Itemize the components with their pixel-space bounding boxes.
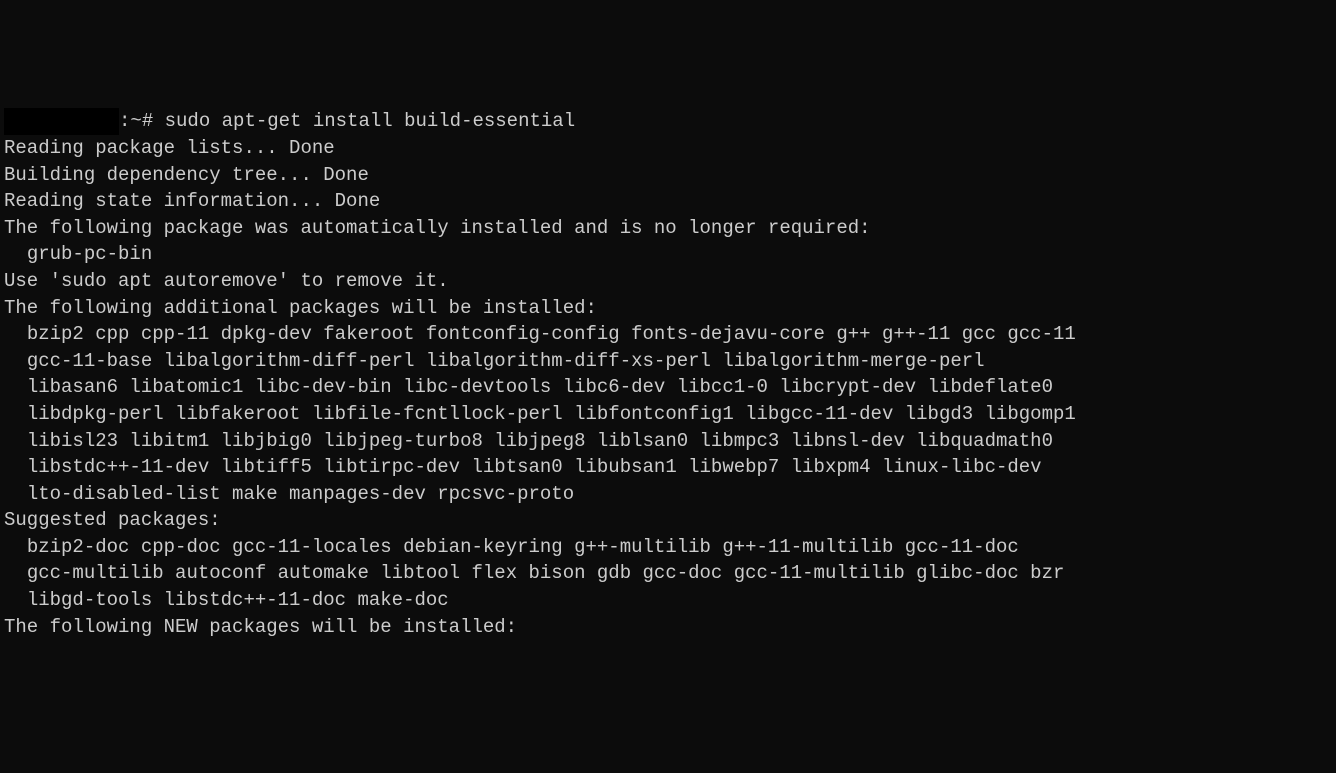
output-line: libasan6 libatomic1 libc-dev-bin libc-de… (4, 374, 1332, 401)
prompt-separator: : (119, 110, 130, 132)
output-line: The following additional packages will b… (4, 295, 1332, 322)
terminal-output[interactable]: :~# sudo apt-get install build-essential… (4, 108, 1332, 640)
command-text: sudo apt-get install build-essential (165, 110, 575, 132)
output-line: grub-pc-bin (4, 241, 1332, 268)
output-line: Use 'sudo apt autoremove' to remove it. (4, 268, 1332, 295)
output-line: lto-disabled-list make manpages-dev rpcs… (4, 481, 1332, 508)
output-line: gcc-multilib autoconf automake libtool f… (4, 560, 1332, 587)
output-line: The following NEW packages will be insta… (4, 614, 1332, 641)
redacted-hostname (4, 108, 119, 135)
output-line: Building dependency tree... Done (4, 162, 1332, 189)
output-line: libisl23 libitm1 libjbig0 libjpeg-turbo8… (4, 428, 1332, 455)
output-line: libdpkg-perl libfakeroot libfile-fcntllo… (4, 401, 1332, 428)
output-line: gcc-11-base libalgorithm-diff-perl libal… (4, 348, 1332, 375)
output-line: libgd-tools libstdc++-11-doc make-doc (4, 587, 1332, 614)
prompt-line: :~# sudo apt-get install build-essential (4, 108, 1332, 135)
output-line: Reading package lists... Done (4, 135, 1332, 162)
output-line: Reading state information... Done (4, 188, 1332, 215)
output-line: bzip2-doc cpp-doc gcc-11-locales debian-… (4, 534, 1332, 561)
output-line: The following package was automatically … (4, 215, 1332, 242)
output-line: Suggested packages: (4, 507, 1332, 534)
output-line: bzip2 cpp cpp-11 dpkg-dev fakeroot fontc… (4, 321, 1332, 348)
prompt-path: ~ (130, 110, 141, 132)
prompt-symbol: # (142, 110, 153, 132)
output-line: libstdc++-11-dev libtiff5 libtirpc-dev l… (4, 454, 1332, 481)
